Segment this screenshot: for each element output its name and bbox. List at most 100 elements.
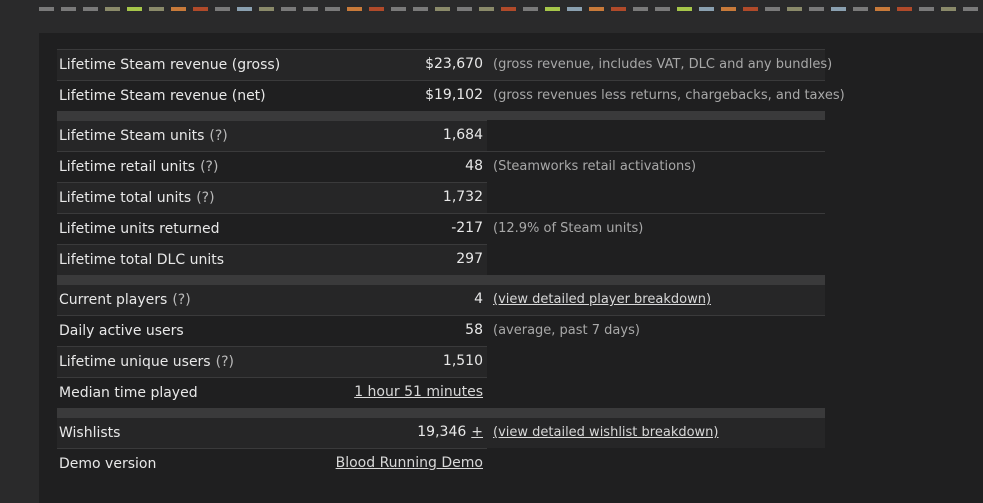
group-separator <box>57 275 825 284</box>
stat-row: Lifetime total units (?) 1,732 <box>57 182 825 213</box>
stat-value: 1,510 <box>443 353 483 369</box>
stat-value-wrap: 48 <box>57 151 483 181</box>
stat-value: 19,346 + <box>417 424 483 440</box>
breakdown-link[interactable]: (view detailed player breakdown) <box>493 292 711 307</box>
color-strip-segment <box>193 7 208 11</box>
stat-note-cell <box>487 448 825 478</box>
stat-row: Demo version Blood Running Demo <box>57 448 825 479</box>
color-strip-segment <box>655 7 670 11</box>
group-separator <box>57 111 825 120</box>
stat-number: 4 <box>474 291 483 307</box>
color-strip-segment <box>765 7 780 11</box>
stat-value-wrap: 19,346 + <box>57 417 483 447</box>
color-strip-segment <box>897 7 912 11</box>
stat-row: Wishlists 19,346 + (view detailed wishlist … <box>57 417 825 448</box>
stat-number: $23,670 <box>425 56 483 72</box>
color-strip-segment <box>611 7 626 11</box>
stat-value-wrap: 1 hour 51 minutes <box>57 377 483 407</box>
color-strip-segment <box>237 7 252 11</box>
color-strip-segment <box>589 7 604 11</box>
stat-row: Lifetime Steam revenue (net) $19,102 (gros… <box>57 80 845 111</box>
stat-value: $23,670 <box>425 56 483 72</box>
stat-row: Lifetime retail units (?) 48 (Steamworks re… <box>57 151 825 182</box>
color-strip-segment <box>259 7 274 11</box>
color-strip-segment <box>809 7 824 11</box>
stat-row: Daily active users 58 (average, past 7 day… <box>57 315 825 346</box>
color-strip-segment <box>545 7 560 11</box>
color-strip-segment <box>391 7 406 11</box>
stat-row: Current players (?) 4 (view detailed player… <box>57 284 825 315</box>
stat-number: 48 <box>465 158 483 174</box>
stat-value-wrap: 4 <box>57 284 483 314</box>
stat-value: 1,684 <box>443 127 483 143</box>
color-strip-segment <box>479 7 494 11</box>
color-strip-segment <box>457 7 472 11</box>
stat-value-wrap: 58 <box>57 315 483 345</box>
stat-row: Lifetime Steam revenue (gross) $23,670 (gr… <box>57 49 832 80</box>
stat-note: (gross revenue, includes VAT, DLC and an… <box>493 57 833 72</box>
color-strip-segment <box>567 7 582 11</box>
color-strip-segment <box>501 7 516 11</box>
color-strip-segment <box>39 7 54 11</box>
color-strip-segment <box>963 7 978 11</box>
stat-number: 58 <box>465 322 483 338</box>
stat-value-wrap: $19,102 <box>57 80 483 110</box>
stat-row: Lifetime units returned -217 (12.9% of Ste… <box>57 213 825 244</box>
stat-value: 58 <box>465 322 483 338</box>
color-strip-segment <box>61 7 76 11</box>
color-strip-segment <box>787 7 802 11</box>
breakdown-link[interactable]: (view detailed wishlist breakdown) <box>493 425 719 440</box>
expand-plus-button[interactable]: + <box>471 424 483 440</box>
stat-value-link[interactable]: Blood Running Demo <box>336 455 483 471</box>
stat-number: 1,510 <box>442 353 483 369</box>
stat-value: 1,732 <box>443 189 483 205</box>
stat-value: 297 <box>456 251 483 267</box>
stat-note-cell <box>487 120 825 150</box>
stat-value-wrap: 1,684 <box>57 120 483 150</box>
stat-value: 48 <box>465 158 483 174</box>
color-strip-segment <box>743 7 758 11</box>
group-separator <box>57 408 825 417</box>
color-strip-segment <box>523 7 538 11</box>
stat-note: (12.9% of Steam units) <box>493 221 644 236</box>
stat-row: Lifetime Steam units (?) 1,684 <box>57 120 825 151</box>
color-strip-segment <box>347 7 362 11</box>
stat-value: -217 <box>451 220 483 236</box>
color-strip-segment <box>303 7 318 11</box>
stat-note-cell <box>487 244 825 274</box>
color-strip-segment <box>699 7 714 11</box>
color-strip-segment <box>281 7 296 11</box>
stat-value: 1 hour 51 minutes <box>354 384 483 400</box>
color-strip-segment <box>105 7 120 11</box>
color-strip-segment <box>721 7 736 11</box>
color-strip-segment <box>215 7 230 11</box>
stat-row: Lifetime total DLC units 297 <box>57 244 825 275</box>
stat-value-wrap: 297 <box>57 244 483 274</box>
stat-number: 1,732 <box>442 189 483 205</box>
stat-number: 1,684 <box>442 127 483 143</box>
color-strip-segment <box>149 7 164 11</box>
stat-number: 297 <box>456 251 483 267</box>
color-strip-segment <box>435 7 450 11</box>
stat-value-link[interactable]: 1 hour 51 minutes <box>354 384 483 400</box>
lifetime-stats-table: Lifetime Steam revenue (gross) $23,670 (gr… <box>57 49 845 479</box>
stat-row: Median time played 1 hour 51 minutes <box>57 377 825 408</box>
color-strip-segment <box>677 7 692 11</box>
stat-note: (average, past 7 days) <box>493 323 640 338</box>
color-strip-segment <box>413 7 428 11</box>
color-strip-segment <box>919 7 934 11</box>
stat-note-cell <box>487 182 825 212</box>
stat-value: $19,102 <box>425 87 483 103</box>
stat-value-wrap: $23,670 <box>57 49 483 79</box>
stat-row: Lifetime unique users (?) 1,510 <box>57 346 825 377</box>
stat-value: 4 <box>474 291 483 307</box>
stat-number: $19,102 <box>425 87 483 103</box>
stat-note: (Steamworks retail activations) <box>493 159 697 174</box>
stat-value: Blood Running Demo <box>336 455 483 471</box>
color-strip <box>39 7 983 11</box>
stat-number: 19,346 <box>417 424 467 440</box>
stat-note: (gross revenues less returns, chargeback… <box>493 88 845 103</box>
color-strip-segment <box>83 7 98 11</box>
color-strip-segment <box>633 7 648 11</box>
color-strip-segment <box>369 7 384 11</box>
